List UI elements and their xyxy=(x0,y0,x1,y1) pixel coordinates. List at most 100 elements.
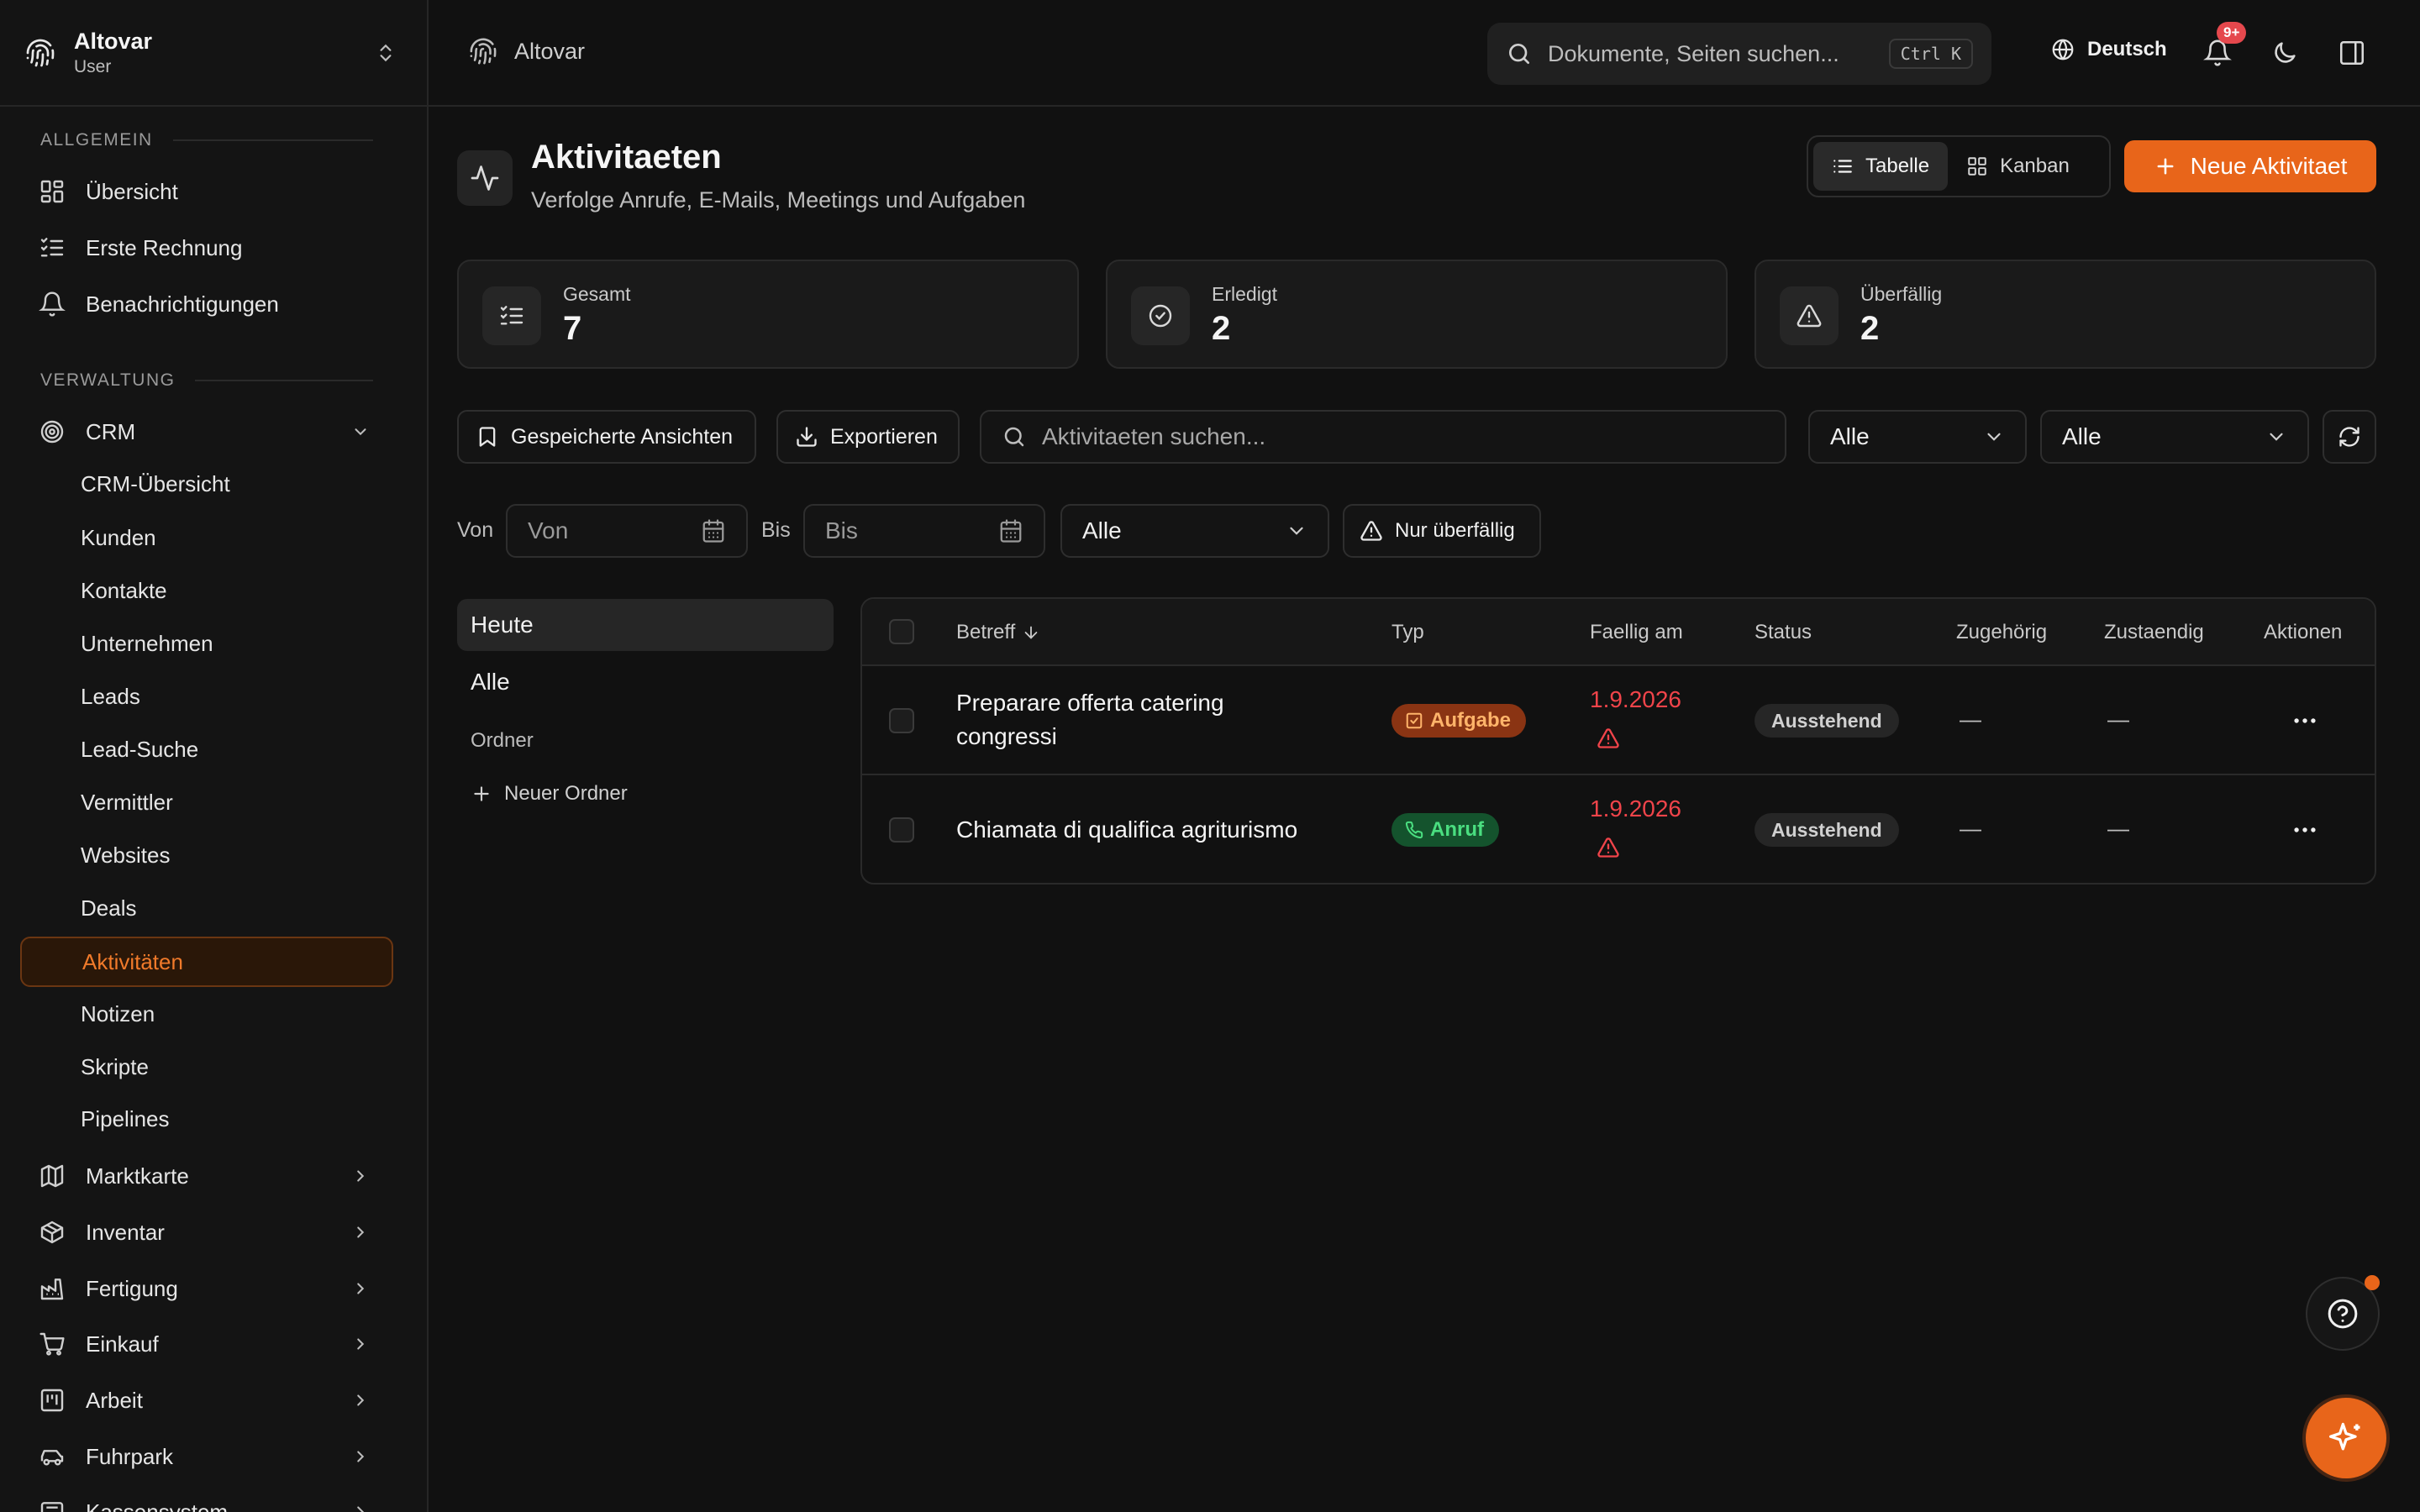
sidebar-item-label: Aktivitäten xyxy=(82,948,183,974)
column-header-label: Betreff xyxy=(956,621,1016,643)
workspace-switcher[interactable]: Altovar User xyxy=(0,0,427,107)
column-header-type[interactable]: Typ xyxy=(1392,621,1424,644)
sidebar-toggle-icon[interactable] xyxy=(2338,39,2366,67)
sidebar-item-leads[interactable]: Leads xyxy=(20,672,393,721)
type-badge-label: Anruf xyxy=(1430,818,1484,841)
calendar-icon xyxy=(998,518,1023,543)
register-icon xyxy=(39,1499,66,1512)
language-switcher[interactable]: Deutsch xyxy=(2050,37,2167,62)
column-header-assignee[interactable]: Zustaendig xyxy=(2104,621,2204,644)
saved-views-label: Gespeicherte Ansichten xyxy=(511,424,734,449)
sidebar-item-label: CRM xyxy=(86,418,136,444)
related-value: — xyxy=(1960,706,1981,732)
sidebar-item-pos[interactable]: Kassensystem xyxy=(20,1488,393,1512)
saved-views-button[interactable]: Gespeicherte Ansichten xyxy=(457,410,756,464)
more-horizontal-icon[interactable] xyxy=(2291,816,2319,844)
breadcrumb[interactable]: Altovar xyxy=(469,37,585,66)
sidebar-item-first-invoice[interactable]: Erste Rechnung xyxy=(20,223,393,272)
folder-all[interactable]: Alle xyxy=(457,656,834,708)
row-checkbox[interactable] xyxy=(889,708,914,733)
chevron-right-icon xyxy=(351,1447,370,1466)
section-label-general-text: ALLGEMEIN xyxy=(40,130,153,150)
assignee-filter-select[interactable]: Alle xyxy=(1060,504,1329,558)
sidebar-item-deals[interactable]: Deals xyxy=(20,884,393,932)
sidebar-item-pipelines[interactable]: Pipelines xyxy=(20,1095,393,1143)
to-date-placeholder: Bis xyxy=(825,517,858,543)
sidebar-item-notes[interactable]: Notizen xyxy=(20,990,393,1038)
row-subject[interactable]: Chiamata di qualifica agriturismo xyxy=(956,813,1326,847)
sidebar-item-brokers[interactable]: Vermittler xyxy=(20,778,393,827)
sidebar-item-label: Unternehmen xyxy=(81,630,213,656)
type-badge-label: Aufgabe xyxy=(1430,709,1511,732)
status-filter-select[interactable]: Alle xyxy=(2040,410,2309,464)
row-checkbox[interactable] xyxy=(889,817,914,843)
sidebar-item-activities[interactable]: Aktivitäten xyxy=(20,937,393,987)
sidebar-item-overview[interactable]: Übersicht xyxy=(20,167,393,216)
column-header-subject[interactable]: Betreff xyxy=(956,621,1040,644)
status-filter-value: Alle xyxy=(2062,423,2102,449)
sidebar-item-label: Arbeit xyxy=(86,1387,143,1413)
new-folder-button[interactable]: Neuer Ordner xyxy=(471,782,628,806)
view-kanban-button[interactable]: Kanban xyxy=(1948,142,2088,191)
sidebar-item-purchasing[interactable]: Einkauf xyxy=(20,1320,393,1368)
chevron-down-icon xyxy=(1286,520,1307,542)
refresh-icon xyxy=(2338,425,2361,449)
column-header-due[interactable]: Faellig am xyxy=(1590,621,1683,644)
table-header: Betreff Typ Faellig am Status Zugehörig … xyxy=(862,599,2375,666)
export-button[interactable]: Exportieren xyxy=(776,410,960,464)
related-value: — xyxy=(1960,816,1981,841)
sidebar-item-market-map[interactable]: Marktkarte xyxy=(20,1152,393,1200)
sidebar-item-work[interactable]: Arbeit xyxy=(20,1376,393,1425)
sidebar-item-label: Erste Rechnung xyxy=(86,234,243,260)
sidebar-item-customers[interactable]: Kunden xyxy=(20,513,393,562)
global-search[interactable]: Dokumente, Seiten suchen... Ctrl K xyxy=(1487,23,1991,85)
type-filter-select[interactable]: Alle xyxy=(1808,410,2027,464)
plus-icon xyxy=(2154,155,2191,178)
sidebar-item-manufacturing[interactable]: Fertigung xyxy=(20,1264,393,1313)
grid-icon xyxy=(1966,155,2000,177)
column-header-status[interactable]: Status xyxy=(1754,621,1812,644)
moon-icon[interactable] xyxy=(2270,39,2299,67)
sidebar-item-notifications[interactable]: Benachrichtigungen xyxy=(20,280,393,328)
chevron-down-icon xyxy=(2265,426,2287,448)
table-row[interactable]: Preparare offerta catering congressi Auf… xyxy=(862,666,2375,775)
plus-icon xyxy=(471,783,504,805)
folder-today[interactable]: Heute xyxy=(457,599,834,651)
chevron-down-icon xyxy=(1983,426,2005,448)
sidebar-item-fleet[interactable]: Fuhrpark xyxy=(20,1432,393,1481)
table-row[interactable]: Chiamata di qualifica agriturismo Anruf … xyxy=(862,775,2375,883)
to-label: Bis xyxy=(761,518,791,542)
sidebar-item-inventory[interactable]: Inventar xyxy=(20,1208,393,1257)
chevron-right-icon xyxy=(351,1279,370,1298)
workspace-name: Altovar xyxy=(74,28,153,54)
to-date-input[interactable]: Bis xyxy=(803,504,1045,558)
due-date: 1.9.2026 xyxy=(1590,686,1681,712)
sidebar-item-lead-search[interactable]: Lead-Suche xyxy=(20,725,393,774)
refresh-button[interactable] xyxy=(2323,410,2376,464)
view-table-label: Tabelle xyxy=(1865,155,1930,177)
from-date-input[interactable]: Von xyxy=(506,504,748,558)
sidebar-item-label: Einkauf xyxy=(86,1331,159,1357)
fingerprint-logo-icon xyxy=(469,37,497,66)
sidebar-item-crm-overview[interactable]: CRM-Übersicht xyxy=(20,459,393,508)
folder-today-label: Heute xyxy=(471,612,534,638)
overdue-only-toggle[interactable]: Nur überfällig xyxy=(1343,504,1541,558)
column-header-related[interactable]: Zugehörig xyxy=(1956,621,2047,644)
sidebar-item-label: Websites xyxy=(81,842,171,868)
sidebar-item-crm[interactable]: CRM xyxy=(20,407,393,456)
new-activity-button[interactable]: Neue Aktivitaet xyxy=(2124,140,2376,192)
sidebar-item-contacts[interactable]: Kontakte xyxy=(20,566,393,615)
ai-assistant-button[interactable] xyxy=(2306,1398,2386,1478)
more-horizontal-icon[interactable] xyxy=(2291,706,2319,735)
box-icon xyxy=(39,1219,66,1246)
sidebar-item-companies[interactable]: Unternehmen xyxy=(20,619,393,668)
sidebar: Altovar User ALLGEMEIN Übersicht Erste R… xyxy=(0,0,429,1512)
checklist-icon xyxy=(482,286,541,345)
select-all-checkbox[interactable] xyxy=(889,619,914,644)
activity-search-input[interactable]: Aktivitaeten suchen... xyxy=(980,410,1786,464)
sidebar-item-scripts[interactable]: Skripte xyxy=(20,1042,393,1091)
view-table-button[interactable]: Tabelle xyxy=(1813,142,1949,191)
map-icon xyxy=(39,1163,66,1189)
row-subject[interactable]: Preparare offerta catering congressi xyxy=(956,686,1326,753)
sidebar-item-websites[interactable]: Websites xyxy=(20,831,393,879)
